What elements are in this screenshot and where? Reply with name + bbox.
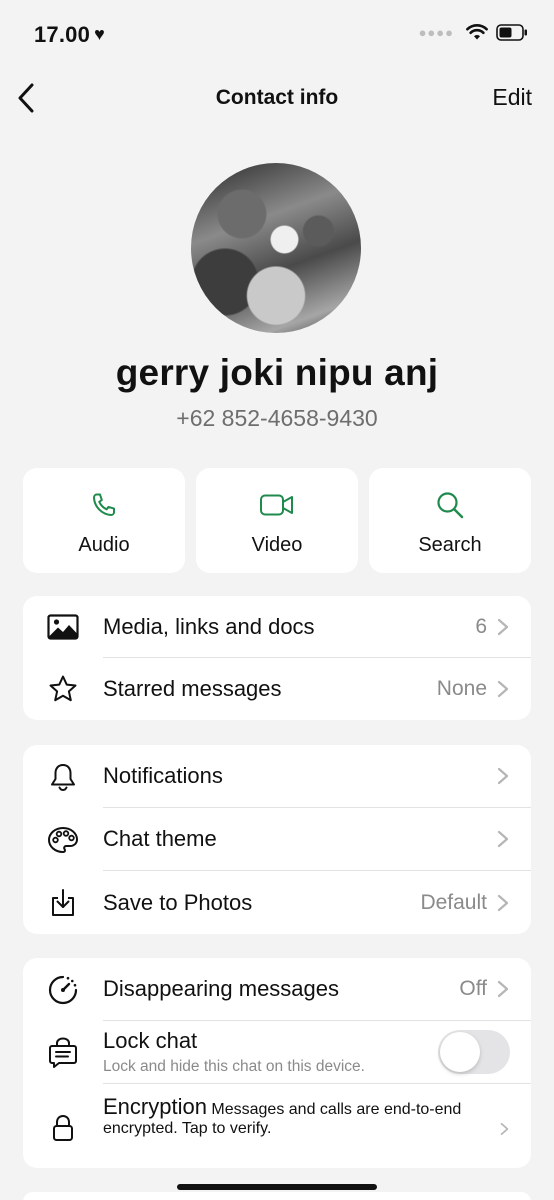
disappearing-messages-row[interactable]: Disappearing messages Off <box>23 958 531 1021</box>
contact-avatar[interactable] <box>191 163 361 333</box>
chevron-right-icon <box>500 1122 509 1136</box>
nav-bar: Contact info Edit <box>0 72 554 124</box>
action-buttons: Audio Video Search <box>23 468 531 573</box>
image-icon <box>47 614 79 640</box>
disappearing-value: Off <box>459 977 487 1000</box>
chevron-right-icon <box>497 618 509 635</box>
chat-theme-label: Chat theme <box>103 826 217 851</box>
wifi-icon <box>466 24 488 40</box>
audio-call-button[interactable]: Audio <box>23 468 185 573</box>
search-label: Search <box>418 534 482 556</box>
edit-button[interactable]: Edit <box>492 84 532 111</box>
encryption-row[interactable]: Encryption Messages and calls are end-to… <box>23 1084 531 1168</box>
video-label: Video <box>251 534 303 556</box>
media-count: 6 <box>475 614 487 638</box>
signal-icon: ●●●● <box>418 25 454 40</box>
next-card <box>23 1192 531 1200</box>
lock-chat-row: Lock chat Lock and hide this chat on thi… <box>23 1021 531 1084</box>
chevron-right-icon <box>497 894 509 911</box>
search-icon <box>437 492 464 519</box>
lock-chat-toggle[interactable] <box>438 1030 510 1074</box>
download-icon <box>52 888 74 916</box>
save-to-photos-label: Save to Photos <box>103 889 253 915</box>
chevron-right-icon <box>497 767 509 785</box>
save-to-photos-row[interactable]: Save to Photos Default <box>23 871 531 934</box>
contact-phone[interactable]: +62 852-4658-9430 <box>0 405 554 432</box>
status-time-text: 17.00 <box>34 22 91 47</box>
contact-name: gerry joki nipu anj <box>115 352 439 393</box>
home-indicator[interactable] <box>177 1184 377 1190</box>
privacy-card: Disappearing messages Off Lock chat Lock… <box>23 958 531 1168</box>
chat-lock-icon <box>49 1036 77 1068</box>
starred-value: None <box>436 677 487 700</box>
chat-theme-row[interactable]: Chat theme <box>23 808 531 871</box>
search-button[interactable]: Search <box>369 468 531 573</box>
chevron-right-icon <box>497 980 509 998</box>
heart-icon: ♥ <box>94 24 105 44</box>
save-to-photos-value: Default <box>420 890 487 914</box>
video-icon <box>260 494 293 516</box>
media-links-docs-row[interactable]: Media, links and docs 6 <box>23 596 531 658</box>
settings-card: Notifications Chat theme Save to Photos … <box>23 745 531 934</box>
palette-icon <box>48 826 78 853</box>
audio-label: Audio <box>78 534 130 556</box>
media-label: Media, links and docs <box>103 613 315 639</box>
chevron-right-icon <box>497 830 509 848</box>
toggle-knob <box>440 1032 480 1072</box>
star-icon <box>49 675 77 702</box>
lock-icon <box>53 1114 73 1141</box>
page-title: Contact info <box>215 86 339 109</box>
phone-icon <box>93 493 115 516</box>
lock-chat-label: Lock chat <box>103 1027 198 1053</box>
chevron-right-icon <box>497 680 509 698</box>
encryption-label: Encryption <box>103 1094 207 1119</box>
status-indicators: ●●●● <box>419 24 528 41</box>
status-time: 17.00 ♥ <box>34 22 105 48</box>
notifications-label: Notifications <box>103 763 223 788</box>
status-bar: 17.00 ♥ ●●●● <box>0 0 554 70</box>
disappearing-label: Disappearing messages <box>103 976 340 1001</box>
lock-chat-description: Lock and hide this chat on this device. <box>103 1057 365 1075</box>
starred-messages-row[interactable]: Starred messages None <box>23 658 531 720</box>
notifications-row[interactable]: Notifications <box>23 745 531 808</box>
starred-label: Starred messages <box>103 676 282 701</box>
timer-icon <box>48 975 78 1004</box>
bell-icon <box>51 763 75 791</box>
battery-icon <box>496 24 527 41</box>
media-card: Media, links and docs 6 Starred messages… <box>23 596 531 720</box>
video-call-button[interactable]: Video <box>196 468 358 573</box>
